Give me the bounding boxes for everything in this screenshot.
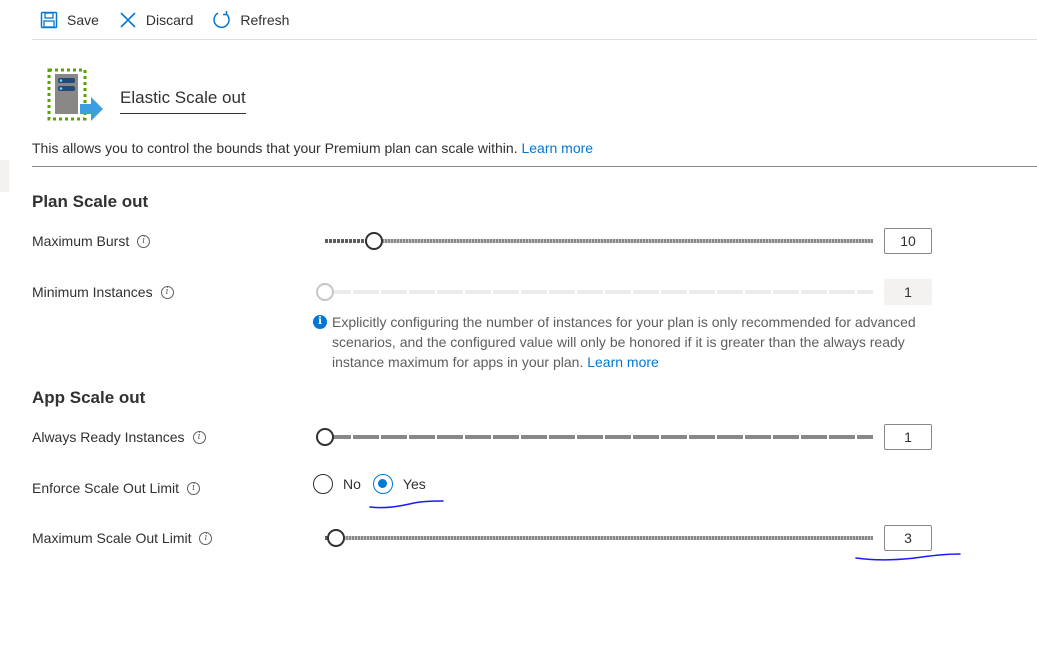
note-text-container: Explicitly configuring the number of ins… (332, 312, 923, 372)
command-bar: Save Discard Refresh (32, 0, 1037, 40)
maximum-burst-input[interactable]: 10 (884, 228, 932, 254)
minimum-instances-input: 1 (884, 279, 932, 305)
minimum-instances-label: Minimum Instances i (32, 284, 174, 300)
info-icon[interactable]: i (199, 531, 213, 545)
note-learn-more-link[interactable]: Learn more (587, 354, 659, 370)
discard-button[interactable]: Discard (117, 0, 193, 40)
slider-thumb[interactable] (327, 529, 345, 547)
refresh-icon (211, 9, 233, 31)
info-icon[interactable]: i (192, 430, 206, 444)
always-ready-instances-label: Always Ready Instances i (32, 429, 206, 445)
side-panel-edge (0, 160, 9, 192)
maximum-scale-out-limit-label: Maximum Scale Out Limit i (32, 530, 213, 546)
refresh-button[interactable]: Refresh (211, 0, 289, 40)
minimum-instances-text: Minimum Instances (32, 284, 153, 300)
slider-track (325, 536, 873, 540)
slider-track (325, 239, 873, 243)
radio-option-no[interactable]: No (313, 474, 361, 494)
learn-more-link[interactable]: Learn more (521, 140, 593, 156)
slider-thumb[interactable] (365, 232, 383, 250)
info-icon: i (313, 315, 327, 329)
radio-label-no: No (343, 476, 361, 492)
page-description: This allows you to control the bounds th… (32, 140, 1037, 167)
maximum-burst-slider[interactable] (325, 230, 873, 250)
slider-track (325, 435, 873, 439)
info-icon[interactable]: i (137, 234, 151, 248)
radio-option-yes[interactable]: Yes (372, 474, 426, 494)
page-title: Elastic Scale out (120, 88, 246, 114)
always-ready-instances-input[interactable]: 1 (884, 424, 932, 450)
info-icon[interactable]: i (160, 285, 174, 299)
minimum-instances-slider (316, 281, 873, 301)
maximum-burst-label: Maximum Burst i (32, 233, 151, 249)
enforce-scale-out-limit-radio-group: No Yes (313, 474, 438, 494)
info-note: i Explicitly configuring the number of i… (313, 312, 923, 372)
enforce-scale-out-limit-label: Enforce Scale Out Limit i (32, 480, 201, 496)
plan-scale-out-heading: Plan Scale out (32, 192, 149, 211)
maximum-scale-out-limit-input[interactable]: 3 (884, 525, 932, 551)
radio-label-yes: Yes (402, 476, 426, 492)
info-icon[interactable]: i (187, 481, 201, 495)
save-button[interactable]: Save (32, 0, 99, 40)
maximum-burst-text: Maximum Burst (32, 233, 130, 249)
always-ready-instances-slider[interactable] (316, 426, 873, 446)
slider-thumb (316, 283, 334, 301)
slider-thumb[interactable] (316, 428, 334, 446)
radio-circle-selected[interactable] (372, 474, 393, 494)
app-scale-out-heading: App Scale out (32, 388, 146, 407)
enforce-scale-out-limit-text: Enforce Scale Out Limit (32, 480, 180, 496)
annotation-underline-yes (369, 500, 444, 509)
maximum-scale-out-limit-text: Maximum Scale Out Limit (32, 530, 192, 546)
description-text: This allows you to control the bounds th… (32, 140, 518, 156)
maximum-scale-out-limit-slider[interactable] (325, 527, 873, 547)
radio-circle[interactable] (313, 474, 333, 494)
slider-track (325, 290, 873, 294)
elastic-scale-icon (47, 68, 105, 124)
always-ready-instances-text: Always Ready Instances (32, 429, 185, 445)
discard-icon (117, 9, 139, 31)
save-icon (38, 9, 60, 31)
save-label: Save (67, 11, 99, 28)
discard-label: Discard (145, 11, 194, 28)
refresh-label: Refresh (240, 11, 290, 28)
